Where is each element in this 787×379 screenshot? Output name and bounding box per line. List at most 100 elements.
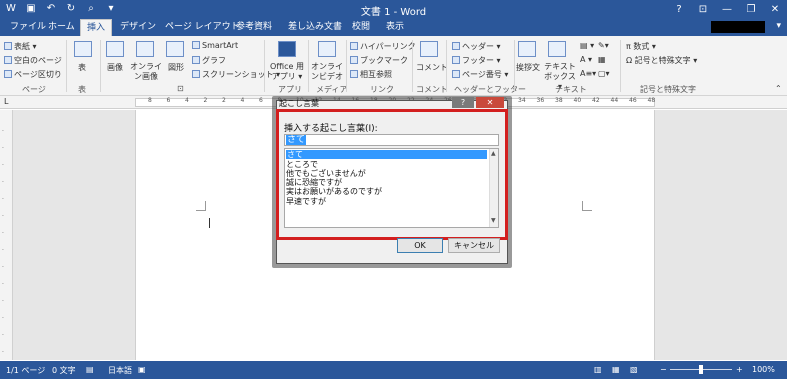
cross-reference-icon [350, 70, 358, 78]
illustrations-expand-icon[interactable]: ⊡ [177, 84, 184, 93]
read-mode-icon[interactable]: ▥ [594, 365, 602, 374]
dropcap-icon[interactable]: A≡▾ [580, 69, 596, 78]
word-count[interactable]: 0 文字 [52, 365, 76, 376]
collapse-ribbon-icon[interactable]: ⌃ [775, 84, 782, 93]
screenshot-button[interactable]: スクリーンショット ▾ [192, 69, 280, 80]
comment-icon[interactable] [420, 41, 438, 57]
page-number-icon [452, 70, 460, 78]
ribbon-display-icon[interactable]: ⊡ [691, 0, 715, 19]
restore-button[interactable]: ❐ [739, 0, 763, 19]
page-break-icon [4, 70, 12, 78]
list-item[interactable]: ところで [286, 160, 318, 169]
smartart-icon [192, 41, 200, 49]
ribbon-tabs: ファイル ホーム 挿入 デザイン ページ レイアウト 参考資料 差し込み文書 校… [0, 19, 787, 36]
tab-mailings[interactable]: 差し込み文書 [282, 19, 348, 36]
quick-parts-icon[interactable]: ▤ ▾ [580, 41, 594, 50]
scroll-up-icon[interactable]: ▲ [491, 150, 496, 157]
tab-selector-icon[interactable]: L [4, 97, 8, 106]
cross-reference-button[interactable]: 相互参照 [350, 69, 392, 80]
tab-design[interactable]: デザイン [114, 19, 162, 36]
greeting-button[interactable]: 挨拶文 [516, 62, 540, 73]
list-item[interactable]: 他でもございませんが [286, 169, 366, 178]
ruler-number: 36 [536, 97, 545, 104]
vruler-tick: · [2, 213, 4, 220]
cover-page-icon [4, 42, 12, 50]
tab-view[interactable]: 表示 [380, 19, 410, 36]
header-button[interactable]: ヘッダー ▾ [452, 41, 501, 52]
office-apps-icon[interactable] [278, 41, 296, 57]
help-button[interactable]: ? [667, 0, 691, 19]
ruler-number: 48 [647, 97, 656, 104]
vruler-tick: · [2, 264, 4, 271]
ruler-number: 44 [610, 97, 619, 104]
group-label-comments: コメント [416, 85, 448, 94]
online-picture-button[interactable]: オンライン画像 [130, 62, 162, 82]
cancel-button[interactable]: キャンセル [448, 238, 500, 253]
comment-button[interactable]: コメント [416, 62, 448, 73]
equation-button[interactable]: π 数式 ▾ [626, 41, 656, 52]
page-break-button[interactable]: ページ区切り [4, 69, 62, 80]
date-time-icon[interactable]: ▦ [598, 55, 606, 64]
online-video-icon[interactable] [318, 41, 336, 57]
greeting-icon[interactable] [518, 41, 536, 57]
office-apps-button[interactable]: Office 用アプリ ▾ [270, 62, 304, 82]
minimize-button[interactable]: — [715, 0, 739, 19]
web-layout-icon[interactable]: ▧ [630, 365, 638, 374]
table-button[interactable]: 表 [78, 62, 86, 73]
tab-home[interactable]: ホーム [42, 19, 81, 36]
ruler-number: 40 [573, 97, 582, 104]
cover-page-button[interactable]: 表紙 ▾ [4, 41, 37, 52]
table-icon[interactable] [74, 41, 92, 57]
list-item[interactable]: 実はお願いがあるのですが [286, 187, 382, 196]
online-video-button[interactable]: オンラインビデオ [310, 62, 344, 82]
title-bar: W ▣ ↶ ↻ ⌕ ▾ 文書 1 - Word ? ⊡ — ❐ ✕ [0, 0, 787, 19]
hyperlink-button[interactable]: ハイパーリンク [350, 41, 416, 52]
vruler-tick: · [2, 349, 4, 356]
account-dropdown-icon[interactable]: ▾ [776, 21, 781, 31]
symbol-button[interactable]: Ω 記号と特殊文字 ▾ [626, 55, 697, 66]
textbox-icon[interactable] [548, 41, 566, 57]
blank-page-button[interactable]: 空白のページ [4, 55, 62, 66]
group-label-media: メディア [316, 85, 348, 94]
list-item[interactable]: 誠に恐縮ですが [286, 178, 342, 187]
print-layout-icon[interactable]: ▦ [612, 365, 620, 374]
smartart-button[interactable]: SmartArt [192, 41, 238, 50]
user-account[interactable] [711, 21, 765, 33]
dialog-close-button[interactable]: ✕ [476, 97, 504, 108]
zoom-in-button[interactable]: + [736, 365, 743, 374]
object-icon[interactable]: ▢▾ [598, 69, 610, 78]
page-count[interactable]: 1/1 ページ [6, 365, 45, 376]
zoom-out-button[interactable]: − [660, 365, 667, 374]
wordart-icon[interactable]: A ▾ [580, 55, 592, 64]
ok-button[interactable]: OK [397, 238, 443, 253]
vruler-tick: · [2, 332, 4, 339]
dialog-help-button[interactable]: ? [452, 97, 474, 108]
signature-line-icon[interactable]: ✎▾ [598, 41, 609, 50]
macro-record-icon[interactable]: ▣ [138, 365, 146, 374]
page-number-button[interactable]: ページ番号 ▾ [452, 69, 508, 80]
footer-button[interactable]: フッター ▾ [452, 55, 501, 66]
online-picture-icon[interactable] [136, 41, 154, 57]
vruler-tick: · [2, 298, 4, 305]
ruler-number: 38 [555, 97, 563, 104]
tab-review[interactable]: 校閲 [346, 19, 376, 36]
close-button[interactable]: ✕ [763, 0, 787, 19]
bookmark-button[interactable]: ブックマーク [350, 55, 408, 66]
proofing-icon[interactable]: ▤ [86, 365, 94, 374]
language-indicator[interactable]: 日本語 [108, 365, 132, 376]
list-item[interactable]: 早速ですが [286, 197, 326, 206]
zoom-slider-thumb[interactable] [699, 365, 703, 374]
shapes-button[interactable]: 図形 [168, 62, 184, 73]
group-label-text: テキスト [555, 85, 587, 94]
tab-references[interactable]: 参考資料 [230, 19, 278, 36]
scroll-down-icon[interactable]: ▼ [491, 217, 496, 224]
zoom-level[interactable]: 100% [752, 365, 775, 374]
chart-button[interactable]: グラフ [192, 55, 226, 66]
shapes-icon[interactable] [166, 41, 184, 57]
picture-icon[interactable] [106, 41, 124, 57]
picture-button[interactable]: 画像 [107, 62, 123, 73]
greeting-input[interactable] [284, 134, 499, 146]
listbox-scrollbar[interactable]: ▲ ▼ [489, 149, 498, 227]
tab-insert[interactable]: 挿入 [80, 19, 113, 36]
list-item[interactable]: さて [286, 150, 487, 159]
